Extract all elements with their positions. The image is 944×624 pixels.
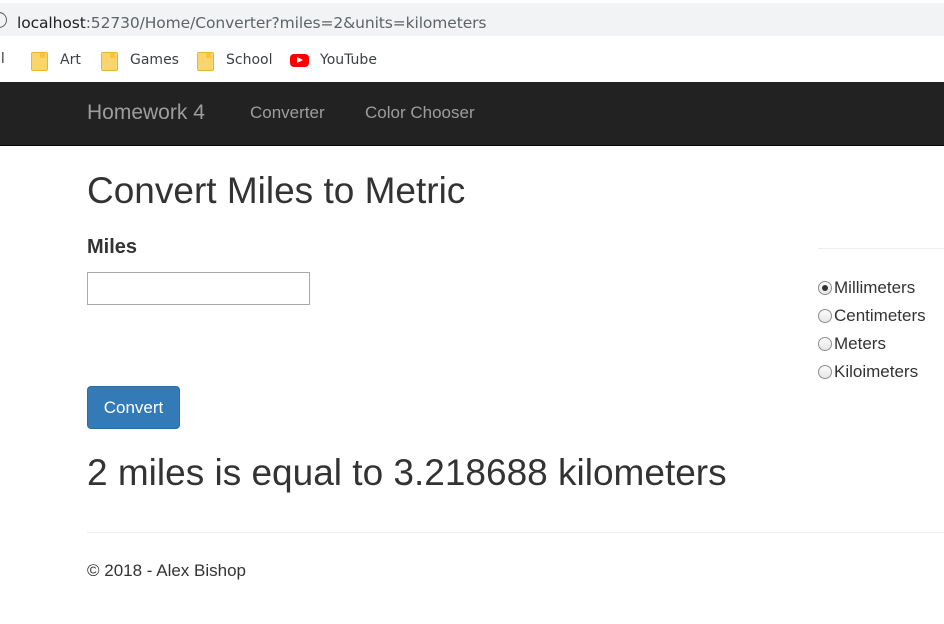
youtube-icon xyxy=(290,53,309,67)
bookmark-youtube[interactable]: YouTube xyxy=(290,50,377,70)
bookmarks-bar: il Art Games School YouTube xyxy=(0,40,944,82)
unit-option-centimeters[interactable]: Centimeters xyxy=(818,305,926,327)
convert-button[interactable]: Convert xyxy=(87,386,180,429)
nav-link-converter[interactable]: Converter xyxy=(250,103,325,123)
url-path: :52730/Home/Converter?miles=2&units=kilo… xyxy=(85,14,487,32)
url-host: localhost xyxy=(17,14,86,32)
bookmark-label: Games xyxy=(130,52,179,68)
bookmark-label: School xyxy=(226,52,273,68)
omnibox[interactable]: localhost:52730/Home/Converter?miles=2&u… xyxy=(0,3,944,36)
bookmark-art[interactable]: Art xyxy=(31,50,81,71)
unit-label: Millimeters xyxy=(834,278,916,297)
miles-input[interactable] xyxy=(87,272,310,305)
bookmark-games[interactable]: Games xyxy=(101,50,179,71)
radio-kilometers[interactable] xyxy=(818,365,832,379)
site-info-icon[interactable] xyxy=(0,12,7,28)
unit-label: Meters xyxy=(834,334,886,353)
radio-meters[interactable] xyxy=(818,337,832,351)
unit-label: Kiloimeters xyxy=(834,362,919,381)
folder-icon xyxy=(101,51,118,71)
navbar: Homework 4 Converter Color Chooser xyxy=(0,82,944,146)
unit-label: Centimeters xyxy=(834,306,926,325)
url-text[interactable]: localhost:52730/Home/Converter?miles=2&u… xyxy=(17,13,486,33)
unit-option-kilometers[interactable]: Kiloimeters xyxy=(818,361,918,383)
radio-millimeters[interactable] xyxy=(818,281,832,295)
bookmark-school[interactable]: School xyxy=(197,50,273,71)
navbar-brand[interactable]: Homework 4 xyxy=(87,101,205,125)
folder-icon xyxy=(197,51,214,71)
footer-copyright: © 2018 - Alex Bishop xyxy=(87,561,247,580)
bookmark-label: Art xyxy=(60,52,81,68)
bookmark-cut-off[interactable]: il xyxy=(0,51,5,67)
unit-option-meters[interactable]: Meters xyxy=(818,333,886,355)
footer-divider xyxy=(87,532,944,533)
radio-centimeters[interactable] xyxy=(818,309,832,323)
bookmark-label: YouTube xyxy=(320,52,377,68)
address-bar: localhost:52730/Home/Converter?miles=2&u… xyxy=(0,0,944,40)
miles-label: Miles xyxy=(87,236,138,258)
page-title: Convert Miles to Metric xyxy=(87,170,466,211)
folder-icon xyxy=(31,51,48,71)
divider xyxy=(818,248,944,249)
nav-link-color-chooser[interactable]: Color Chooser xyxy=(365,103,475,123)
conversion-result: 2 miles is equal to 3.218688 kilometers xyxy=(87,452,727,493)
unit-option-millimeters[interactable]: Millimeters xyxy=(818,277,915,299)
